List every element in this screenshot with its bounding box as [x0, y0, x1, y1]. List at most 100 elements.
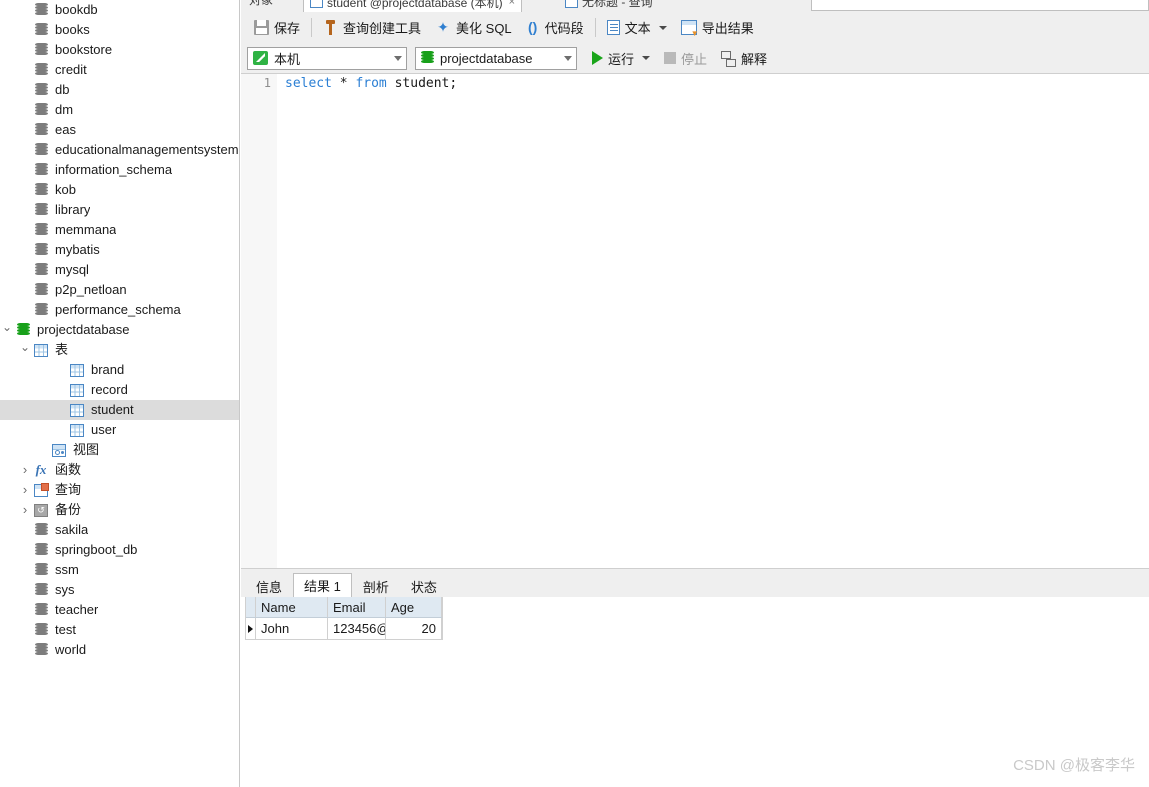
- tree-item-sakila[interactable]: sakila: [0, 520, 239, 540]
- tab-student-projectdatabase[interactable]: student @projectdatabase (本机) ×: [303, 0, 523, 12]
- tree-item-performance_schema[interactable]: performance_schema: [0, 300, 239, 320]
- database-select[interactable]: projectdatabase: [415, 46, 577, 70]
- tree-item-eas[interactable]: eas: [0, 120, 239, 140]
- close-icon[interactable]: ×: [509, 0, 515, 8]
- db-icon: [32, 82, 50, 98]
- chevron-down-icon[interactable]: [564, 55, 572, 61]
- beautify-sql-button[interactable]: ✦ 美化 SQL: [428, 16, 519, 40]
- tree-item-world[interactable]: world: [0, 640, 239, 660]
- results-tab-bar[interactable]: 信息 结果 1 剖析 状态: [241, 569, 1149, 597]
- tree-item-information_schema[interactable]: information_schema: [0, 160, 239, 180]
- tree-item-表[interactable]: 表: [0, 340, 239, 360]
- tree-item-user[interactable]: user: [0, 420, 239, 440]
- sql-editor[interactable]: 1 select * from student;: [241, 74, 1149, 568]
- tree-item-db[interactable]: db: [0, 80, 239, 100]
- tree-item-test[interactable]: test: [0, 620, 239, 640]
- run-label: 运行: [608, 51, 635, 67]
- tree-item-label: teacher: [55, 602, 99, 617]
- tree-item-sys[interactable]: sys: [0, 580, 239, 600]
- tree-item-memmana[interactable]: memmana: [0, 220, 239, 240]
- database-tree[interactable]: bookdb books bookstore credit db dm eas educati…: [0, 0, 239, 660]
- tree-item-record[interactable]: record: [0, 380, 239, 400]
- chevron-down-icon[interactable]: [642, 56, 651, 60]
- table-cell[interactable]: 20: [386, 618, 442, 639]
- editor-toolbar-primary[interactable]: 保存 查询创建工具 ✦ 美化 SQL () 代码段 文本 ▼ 导出结果: [241, 12, 1149, 43]
- tree-item-label: library: [55, 202, 91, 217]
- column-header[interactable]: Age: [386, 597, 442, 617]
- tree-item-mybatis[interactable]: mybatis: [0, 240, 239, 260]
- results-tab-label: 结果 1: [304, 579, 341, 594]
- table-cell[interactable]: 123456@c: [328, 618, 386, 639]
- table-icon: [68, 362, 86, 378]
- tree-item-books[interactable]: books: [0, 20, 239, 40]
- tree-item-视图[interactable]: 视图: [0, 440, 239, 460]
- tree-item-函数[interactable]: fx 函数: [0, 460, 239, 480]
- export-result-button[interactable]: 导出结果: [674, 16, 761, 40]
- tree-item-label: ssm: [55, 562, 79, 577]
- tree-item-student[interactable]: student: [0, 400, 239, 420]
- tree-item-ssm[interactable]: ssm: [0, 560, 239, 580]
- tree-item-credit[interactable]: credit: [0, 60, 239, 80]
- chevron-right-icon[interactable]: [18, 500, 32, 520]
- tree-item-label: 表: [55, 342, 69, 357]
- row-marker: [246, 597, 256, 617]
- tree-item-educationalmanagementsystem[interactable]: educationalmanagementsystem: [0, 140, 239, 160]
- editor-toolbar-secondary[interactable]: 本机 projectdatabase 运行 停止 解释: [241, 43, 1149, 74]
- chevron-down-icon[interactable]: [658, 25, 667, 30]
- tree-item-p2p_netloan[interactable]: p2p_netloan: [0, 280, 239, 300]
- tree-item-查询[interactable]: 查询: [0, 480, 239, 500]
- chevron-right-icon[interactable]: [18, 480, 32, 500]
- database-navigator-sidebar[interactable]: bookdb books bookstore credit db dm eas educati…: [0, 0, 240, 787]
- tree-item-label: record: [91, 382, 128, 397]
- chevron-down-icon[interactable]: [18, 340, 32, 360]
- result-grid[interactable]: NameEmailAgeJohn123456@c20: [245, 597, 443, 640]
- editor-tab-strip[interactable]: 对象 student @projectdatabase (本机) × 无标题 -…: [241, 0, 1149, 12]
- results-tab-信息[interactable]: 信息: [245, 574, 294, 597]
- tree-item-bookstore[interactable]: bookstore: [0, 40, 239, 60]
- tree-item-springboot_db[interactable]: springboot_db: [0, 540, 239, 560]
- table-icon: [68, 402, 86, 418]
- explain-label: 解释: [741, 51, 768, 67]
- tree-item-teacher[interactable]: teacher: [0, 600, 239, 620]
- chevron-down-icon[interactable]: [394, 55, 402, 61]
- editor-gutter: 1: [241, 74, 277, 568]
- text-icon: [606, 20, 620, 35]
- tree-item-kob[interactable]: kob: [0, 180, 239, 200]
- results-tab-label: 信息: [256, 579, 283, 595]
- results-tab-状态[interactable]: 状态: [399, 574, 448, 597]
- connection-select[interactable]: 本机: [247, 46, 407, 70]
- results-tab-结果 1[interactable]: 结果 1: [293, 573, 352, 597]
- tree-item-dm[interactable]: dm: [0, 100, 239, 120]
- sql-code-area[interactable]: select * from student;: [285, 74, 1149, 568]
- stop-button: 停止: [657, 46, 714, 70]
- text-view-button[interactable]: 文本: [600, 16, 674, 40]
- table-row[interactable]: John123456@c20: [246, 618, 442, 639]
- column-header[interactable]: Email: [328, 597, 386, 617]
- explain-button[interactable]: 解释: [714, 46, 774, 70]
- tree-item-brand[interactable]: brand: [0, 360, 239, 380]
- save-button[interactable]: 保存: [247, 16, 307, 40]
- tree-item-bookdb[interactable]: bookdb: [0, 0, 239, 20]
- column-header[interactable]: Name: [256, 597, 328, 617]
- tree-item-projectdatabase[interactable]: projectdatabase: [0, 320, 239, 340]
- row-marker: [246, 618, 256, 639]
- results-tab-剖析[interactable]: 剖析: [351, 574, 400, 597]
- chevron-right-icon[interactable]: [18, 460, 32, 480]
- object-panel-label: 对象: [249, 0, 274, 7]
- db-icon: [32, 222, 50, 238]
- tree-item-label: sakila: [55, 522, 89, 537]
- tree-item-备份[interactable]: ↺ 备份: [0, 500, 239, 520]
- run-button[interactable]: 运行: [585, 46, 657, 70]
- tree-item-mysql[interactable]: mysql: [0, 260, 239, 280]
- chevron-down-icon[interactable]: [0, 320, 14, 340]
- connection-icon: [253, 51, 268, 65]
- query-builder-button[interactable]: 查询创建工具: [316, 16, 428, 40]
- tree-item-library[interactable]: library: [0, 200, 239, 220]
- tab-untitled-query[interactable]: 无标题 - 查询: [559, 0, 659, 12]
- tree-item-label: memmana: [55, 222, 117, 237]
- code-snippet-button[interactable]: () 代码段: [519, 16, 591, 40]
- table-cell[interactable]: John: [256, 618, 328, 639]
